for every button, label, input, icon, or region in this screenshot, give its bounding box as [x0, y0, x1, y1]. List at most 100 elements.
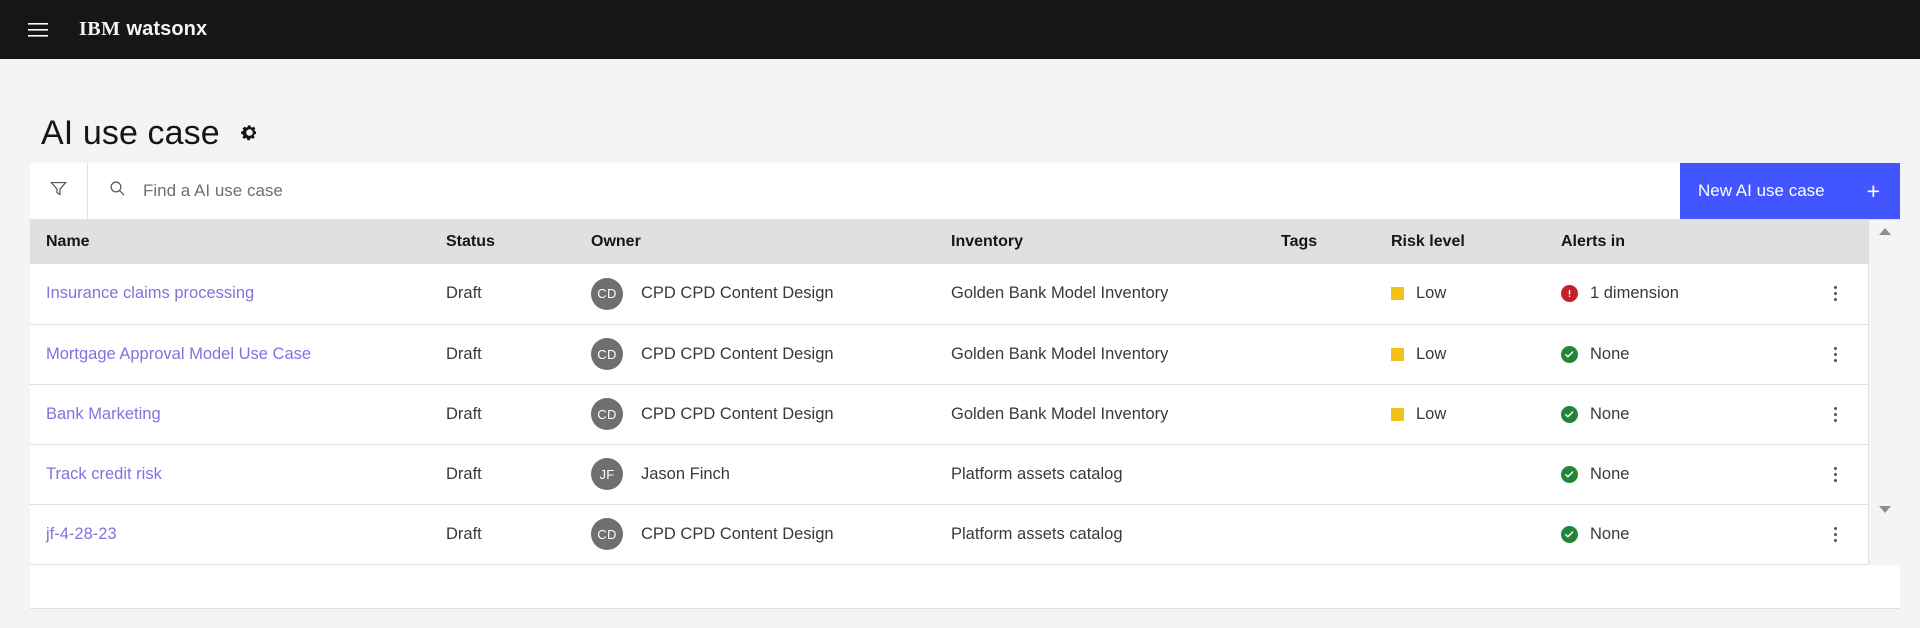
overflow-menu-icon — [1833, 526, 1837, 542]
column-header-inventory[interactable]: Inventory — [935, 220, 1265, 264]
cell-risk-level — [1375, 504, 1545, 564]
scroll-up-arrow-icon — [1879, 227, 1891, 235]
alerts-text: 1 dimension — [1590, 284, 1679, 303]
cell-inventory: Golden Bank Model Inventory — [935, 384, 1265, 444]
filter-funnel-icon — [49, 179, 68, 203]
cell-alerts-in: None — [1545, 444, 1785, 504]
cell-name: Track credit risk — [30, 444, 430, 504]
app-header: IBM watsonx — [0, 0, 1920, 59]
search-field-wrapper[interactable] — [88, 163, 1680, 219]
cell-inventory: Platform assets catalog — [935, 444, 1265, 504]
table-row[interactable]: Insurance claims processing Draft CD CPD CP… — [30, 264, 1868, 324]
overflow-menu-button[interactable] — [1818, 457, 1852, 491]
table-body: Insurance claims processing Draft CD CPD CP… — [30, 264, 1868, 564]
filter-button[interactable] — [30, 163, 88, 219]
alerts-text: None — [1590, 404, 1630, 423]
table-row[interactable]: Track credit risk Draft JF Jason Finch Platf… — [30, 444, 1868, 504]
hamburger-menu-button[interactable] — [8, 0, 67, 59]
avatar: CD — [591, 338, 623, 370]
cell-tags — [1265, 264, 1375, 324]
table-toolbar: New AI use case + — [30, 163, 1900, 220]
owner-name: Jason Finch — [641, 464, 730, 483]
checkmark-filled-icon — [1561, 345, 1578, 363]
cell-status: Draft — [430, 324, 575, 384]
page-settings-button[interactable] — [238, 123, 262, 147]
owner-name: CPD CPD Content Design — [641, 344, 834, 363]
left-rail — [0, 59, 30, 628]
cell-name: Mortgage Approval Model Use Case — [30, 324, 430, 384]
search-icon — [108, 179, 127, 203]
column-header-status[interactable]: Status — [430, 220, 575, 264]
brand-name[interactable]: IBM watsonx — [79, 18, 207, 41]
table-vertical-scrollbar[interactable] — [1868, 220, 1900, 565]
checkmark-filled-icon — [1561, 405, 1578, 423]
page-title-row: AI use case — [0, 59, 1920, 163]
overflow-menu-button[interactable] — [1818, 397, 1852, 431]
page-title: AI use case — [41, 114, 220, 152]
risk-level-swatch — [1391, 287, 1404, 301]
column-header-risk-level[interactable]: Risk level — [1375, 220, 1545, 264]
cell-inventory: Golden Bank Model Inventory — [935, 324, 1265, 384]
cell-name: Insurance claims processing — [30, 264, 430, 324]
overflow-menu-button[interactable] — [1818, 337, 1852, 371]
cell-alerts-in: None — [1545, 504, 1785, 564]
cell-actions — [1785, 324, 1868, 384]
column-header-actions — [1785, 220, 1868, 264]
avatar: CD — [591, 398, 623, 430]
risk-level-text: Low — [1416, 404, 1447, 423]
overflow-menu-icon — [1833, 286, 1837, 302]
overflow-menu-icon — [1833, 346, 1837, 362]
use-case-name-link[interactable]: Insurance claims processing — [46, 284, 254, 302]
column-header-name[interactable]: Name — [30, 220, 430, 264]
search-input[interactable] — [143, 163, 1621, 219]
page-body: AI use case Find a AI use case New AI us… — [0, 59, 1920, 628]
cell-owner: JF Jason Finch — [575, 444, 935, 504]
table-row[interactable]: jf-4-28-23 Draft CD CPD CPD Content Design P… — [30, 504, 1868, 564]
use-case-name-link[interactable]: Bank Marketing — [46, 405, 161, 423]
table-header-row: Name Status Owner Inventory Tags Risk le… — [30, 220, 1868, 264]
use-case-name-link[interactable]: Track credit risk — [46, 465, 162, 483]
avatar: JF — [591, 458, 623, 490]
status-text: Draft — [446, 284, 482, 303]
overflow-menu-icon — [1833, 466, 1837, 482]
overflow-menu-button[interactable] — [1818, 517, 1852, 551]
ai-use-case-table-card: New AI use case + Name Status Owner Inve… — [30, 163, 1900, 609]
checkmark-filled-icon — [1561, 465, 1578, 483]
status-text: Draft — [446, 524, 482, 543]
cell-status: Draft — [430, 264, 575, 324]
cell-name: Bank Marketing — [30, 384, 430, 444]
scroll-down-button[interactable] — [1869, 501, 1901, 519]
cell-inventory: Golden Bank Model Inventory — [935, 264, 1265, 324]
inventory-name: Golden Bank Model Inventory — [951, 404, 1169, 423]
new-ai-use-case-label: New AI use case — [1698, 181, 1825, 200]
cell-alerts-in: 1 dimension — [1545, 264, 1785, 324]
owner-name: CPD CPD Content Design — [641, 284, 834, 303]
column-header-owner[interactable]: Owner — [575, 220, 935, 264]
risk-level-swatch — [1391, 407, 1404, 421]
overflow-menu-button[interactable] — [1818, 277, 1852, 311]
status-text: Draft — [446, 404, 482, 423]
cell-name: jf-4-28-23 — [30, 504, 430, 564]
cell-status: Draft — [430, 504, 575, 564]
risk-level-text: Low — [1416, 284, 1447, 303]
column-header-alerts-in[interactable]: Alerts in — [1545, 220, 1785, 264]
scroll-up-button[interactable] — [1869, 222, 1901, 240]
cell-actions — [1785, 264, 1868, 324]
risk-level-swatch — [1391, 347, 1404, 361]
brand-ibm: IBM — [79, 18, 121, 40]
use-case-name-link[interactable]: jf-4-28-23 — [46, 525, 117, 543]
alerts-text: None — [1590, 464, 1630, 483]
table-row[interactable]: Bank Marketing Draft CD CPD CPD Content Des… — [30, 384, 1868, 444]
new-ai-use-case-button[interactable]: New AI use case + — [1680, 163, 1900, 219]
status-text: Draft — [446, 344, 482, 363]
cell-alerts-in: None — [1545, 324, 1785, 384]
table-row[interactable]: Mortgage Approval Model Use Case Draft CD C… — [30, 324, 1868, 384]
column-header-tags[interactable]: Tags — [1265, 220, 1375, 264]
hamburger-menu-icon — [27, 22, 48, 38]
scroll-down-arrow-icon — [1879, 506, 1891, 513]
cell-tags — [1265, 504, 1375, 564]
error-filled-icon — [1561, 285, 1578, 303]
owner-name: CPD CPD Content Design — [641, 524, 834, 543]
use-case-name-link[interactable]: Mortgage Approval Model Use Case — [46, 345, 311, 363]
overflow-menu-icon — [1833, 406, 1837, 422]
